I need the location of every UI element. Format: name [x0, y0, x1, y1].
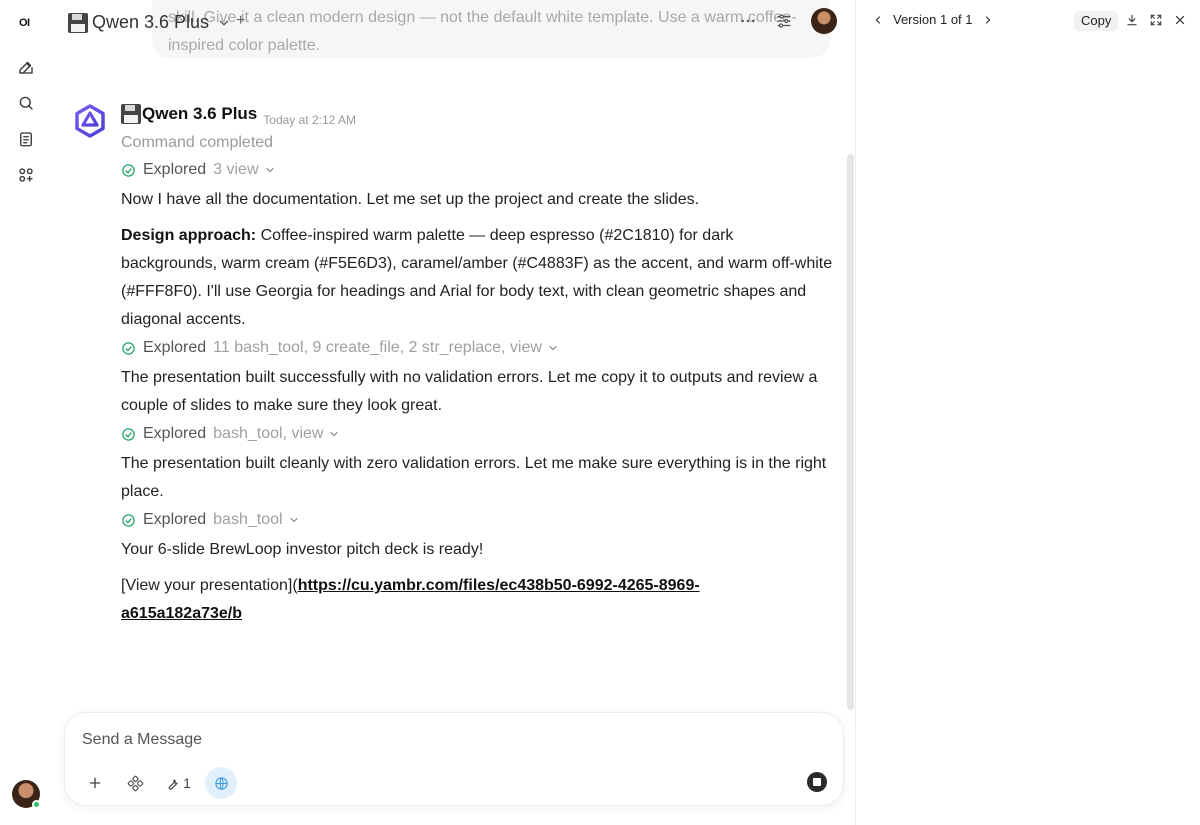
chevron-down-icon: [549, 345, 557, 351]
stop-button[interactable]: [807, 772, 827, 792]
message-input[interactable]: Send a Message: [82, 731, 202, 749]
chevron-down-icon: [330, 431, 339, 437]
explored-toggle[interactable]: Explored 11 bash_tool, 9 create_file, 2 …: [121, 334, 833, 362]
globe-icon: [214, 776, 228, 790]
check-circle-icon: [122, 163, 135, 177]
explored-details: 3 view: [213, 161, 259, 178]
close-icon[interactable]: [1173, 13, 1187, 27]
message-timestamp: Today at 2:12 AM: [263, 113, 356, 127]
chat-scrollbar[interactable]: [847, 154, 854, 710]
model-selector[interactable]: Qwen 3.6 Plus: [68, 12, 231, 33]
chevron-left-icon[interactable]: [872, 14, 884, 26]
check-circle-icon: [122, 513, 135, 527]
integrations-icon: [127, 775, 143, 791]
qwen-logo-icon: [75, 104, 105, 138]
assistant-name-label: Qwen 3.6 Plus: [142, 104, 258, 123]
search-icon[interactable]: [17, 94, 35, 112]
header-user-avatar[interactable]: [811, 8, 837, 34]
chat-header: Qwen 3.6 Plus +: [52, 0, 855, 46]
explored-label: Explored: [143, 339, 207, 356]
check-circle-icon: [122, 427, 135, 441]
left-rail: OI: [0, 0, 52, 825]
chevron-down-icon: [289, 517, 298, 523]
link-prefix: [View your presentation](: [121, 577, 298, 594]
version-navigator: Version 1 of 1: [872, 12, 994, 27]
chevron-down-icon: [219, 20, 229, 26]
user-avatar[interactable]: [12, 780, 41, 809]
download-icon[interactable]: [1125, 13, 1139, 27]
version-label: Version 1 of 1: [893, 12, 973, 27]
notes-icon[interactable]: [17, 130, 35, 148]
explored-label: Explored: [143, 511, 207, 528]
artifact-panel: Version 1 of 1 Copy: [855, 0, 1200, 825]
explored-details: bash_tool, view: [213, 425, 324, 442]
presentation-link-paragraph: [View your presentation](https://cu.yamb…: [121, 572, 761, 628]
message-paragraph: The presentation built cleanly with zero…: [121, 455, 827, 500]
design-approach-paragraph: Design approach: Coffee-inspired warm pa…: [121, 222, 833, 334]
web-search-toggle[interactable]: [205, 767, 237, 799]
explored-toggle[interactable]: Explored bash_tool: [121, 506, 833, 534]
check-circle-icon: [122, 341, 135, 355]
plus-icon: [89, 777, 101, 789]
design-approach-heading: Design approach:: [121, 227, 257, 244]
chevron-down-icon: [265, 167, 274, 173]
floppy-disk-icon: [68, 12, 88, 33]
explored-details: 11 bash_tool, 9 create_file, 2 str_repla…: [213, 339, 542, 356]
message-composer: Send a Message 1: [64, 712, 844, 806]
status-text: Command completed: [121, 134, 274, 151]
wrench-icon: [168, 779, 178, 790]
stop-icon: [813, 778, 821, 786]
tools-button[interactable]: 1: [159, 767, 197, 799]
message-paragraph: Now I have all the documentation. Let me…: [121, 191, 700, 208]
more-options-icon[interactable]: [739, 12, 757, 30]
new-chat-icon[interactable]: [17, 58, 35, 76]
chevron-right-icon[interactable]: [982, 14, 994, 26]
integrations-button[interactable]: [119, 767, 151, 799]
model-name: Qwen 3.6 Plus: [92, 12, 210, 32]
workspace-icon[interactable]: [17, 166, 35, 184]
add-model-button[interactable]: +: [236, 12, 245, 30]
explored-toggle[interactable]: Explored bash_tool, view: [121, 420, 833, 448]
tools-count: 1: [183, 775, 191, 791]
explored-label: Explored: [143, 425, 207, 442]
assistant-name: Qwen 3.6 Plus: [121, 104, 257, 124]
floppy-disk-icon: [121, 104, 141, 124]
message-paragraph: The presentation built successfully with…: [121, 369, 818, 414]
explored-label: Explored: [143, 161, 207, 178]
message-paragraph: Your 6-slide BrewLoop investor pitch dec…: [121, 541, 484, 558]
explored-toggle[interactable]: Explored 3 view: [121, 156, 833, 184]
copy-button[interactable]: Copy: [1074, 11, 1119, 31]
attach-button[interactable]: [79, 767, 111, 799]
chat-messages: Qwen 3.6 Plus Today at 2:12 AM Command c…: [52, 46, 855, 710]
controls-icon[interactable]: [775, 12, 793, 30]
explored-details: bash_tool: [213, 511, 283, 528]
online-status-dot: [32, 800, 41, 809]
app-logo[interactable]: OI: [19, 17, 30, 29]
expand-icon[interactable]: [1149, 13, 1163, 27]
